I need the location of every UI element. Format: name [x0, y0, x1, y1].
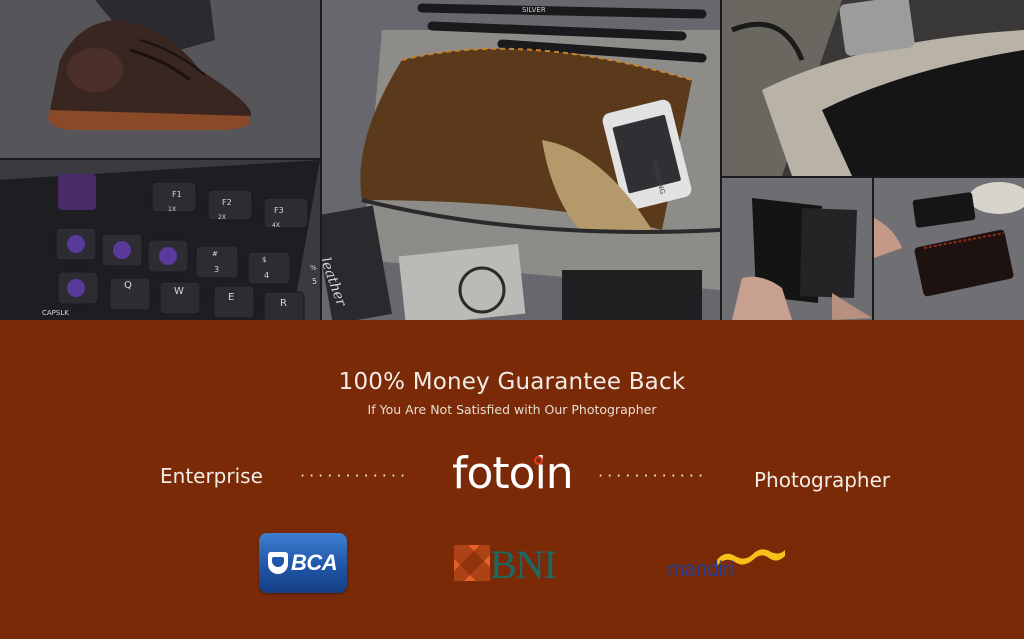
key-f3-sub: 4X — [272, 222, 280, 229]
fotoin-wordmark: fotoin — [452, 448, 574, 499]
key-dollar: $ — [262, 256, 266, 264]
fotoin-logo: fotoin — [452, 448, 574, 504]
key-f1: F1 — [172, 190, 182, 199]
key-w: W — [174, 286, 184, 297]
key-5: 5 — [312, 277, 317, 286]
enterprise-label: Enterprise — [160, 464, 263, 488]
fotoin-accent-dot — [534, 456, 543, 465]
wallet-illustration — [874, 178, 1024, 320]
key-capslock: CAPSLK — [42, 309, 69, 317]
key-r: R — [280, 298, 287, 309]
dotted-connector-right: ············ — [598, 466, 708, 485]
headline: 100% Money Guarantee Back — [338, 369, 686, 395]
shoe-illustration — [0, 0, 320, 158]
bca-logo: BCA — [259, 533, 347, 593]
photo-collage: F1 F2 F3 1X 2X 4X # $ % 3 4 5 Q W E R CA — [0, 0, 1024, 320]
subline: If You Are Not Satisfied with Our Photog… — [367, 402, 657, 417]
key-hash: # — [212, 250, 218, 258]
key-percent: % — [310, 264, 317, 272]
dotted-connector-left: ············ — [300, 466, 410, 485]
mandiri-wordmark: mandiri — [667, 558, 734, 581]
key-q: Q — [124, 280, 132, 291]
pen-label: SILVER — [522, 6, 546, 14]
leather-sleeve-illustration: SILVER SAMSUNG leather — [322, 0, 720, 320]
keyboard-illustration: F1 F2 F3 1X 2X 4X # $ % 3 4 5 Q W E R CA — [0, 160, 320, 320]
tablet-case-illustration — [722, 0, 1024, 176]
page: F1 F2 F3 1X 2X 4X # $ % 3 4 5 Q W E R CA — [0, 0, 1024, 639]
leather-sleeve-photo: SILVER SAMSUNG leather — [322, 0, 720, 320]
key-f3: F3 — [274, 206, 284, 215]
bca-wordmark: BCA — [291, 550, 338, 575]
shoe-photo — [0, 0, 320, 158]
photographer-label: Photographer — [754, 468, 891, 492]
keyboard-photo: F1 F2 F3 1X 2X 4X # $ % 3 4 5 Q W E R CA — [0, 160, 320, 320]
mandiri-logo: mandiri — [667, 546, 797, 592]
bni-logo: BNI — [454, 542, 578, 587]
bni-mark-icon — [454, 545, 490, 581]
key-f2-sub: 2X — [218, 214, 226, 221]
phone-case-illustration — [722, 178, 872, 320]
wallet-photo — [874, 178, 1024, 320]
key-e: E — [228, 292, 234, 303]
key-4: 4 — [264, 271, 269, 280]
bca-emblem-icon — [268, 552, 288, 574]
phone-case-photo — [722, 178, 872, 320]
tablet-case-photo — [722, 0, 1024, 176]
key-f1-sub: 1X — [168, 206, 176, 213]
key-f2: F2 — [222, 198, 232, 207]
bni-wordmark: BNI — [490, 542, 557, 587]
guarantee-panel: 100% Money Guarantee Back If You Are Not… — [0, 320, 1024, 639]
key-3: 3 — [214, 265, 219, 274]
